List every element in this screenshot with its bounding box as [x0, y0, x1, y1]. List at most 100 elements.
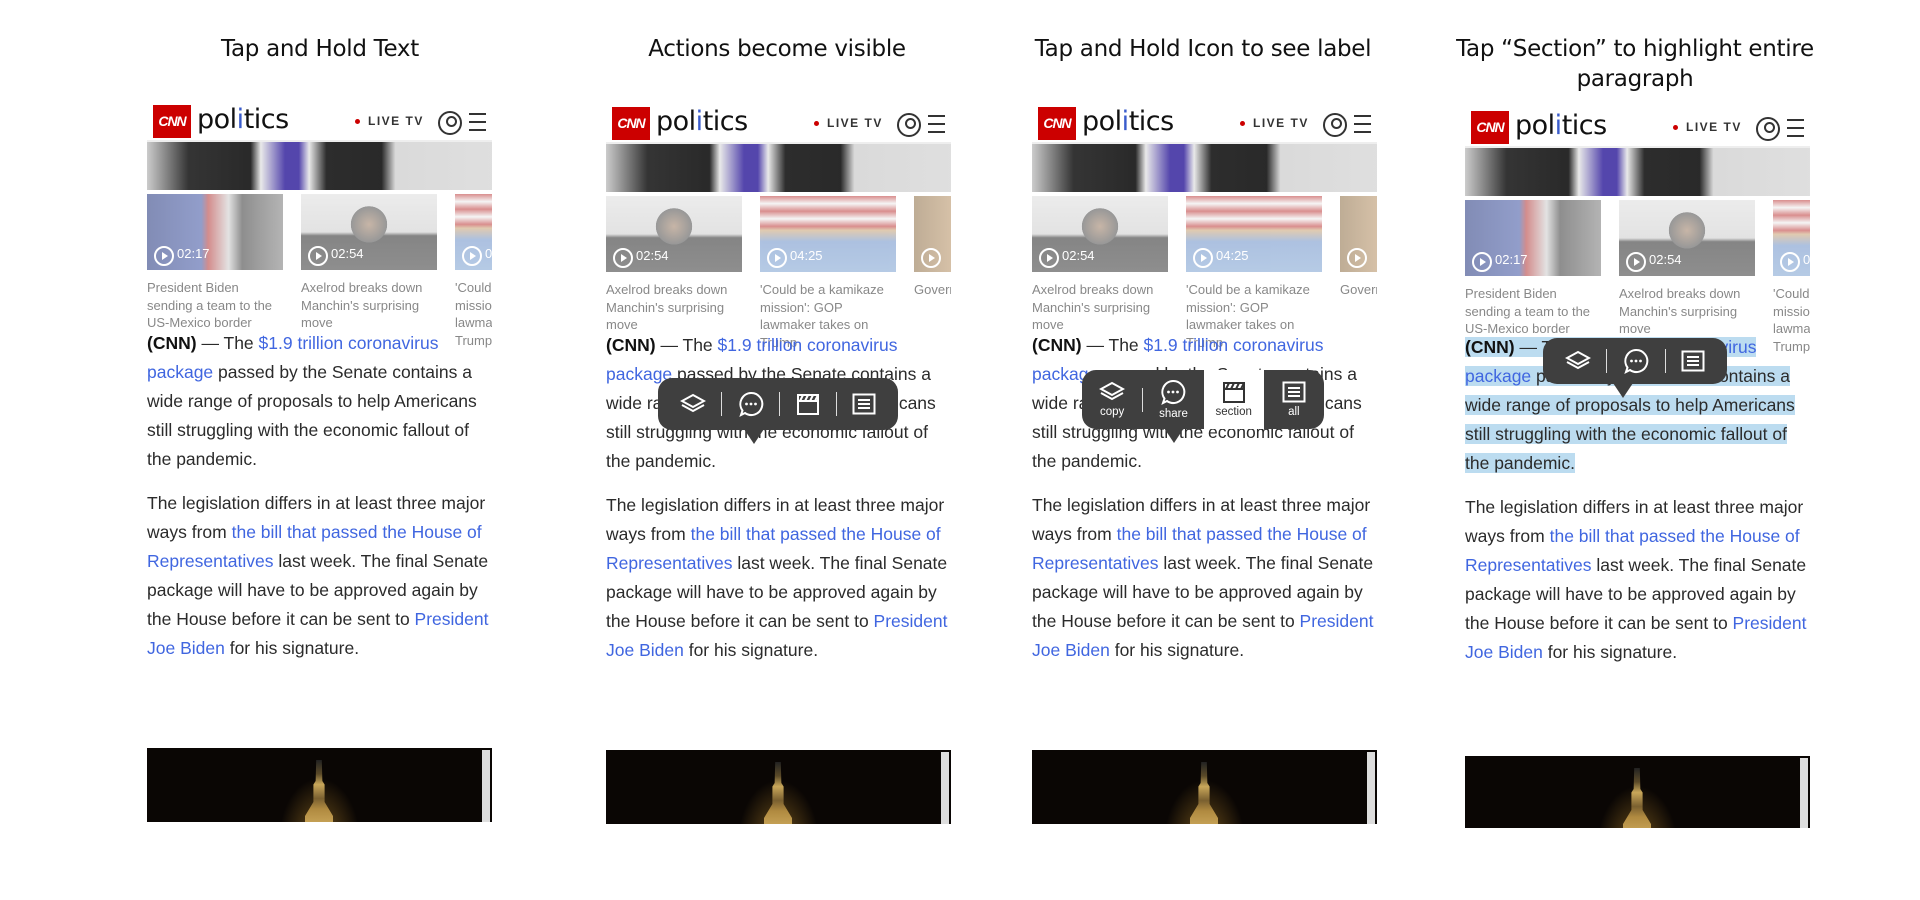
cnn-logo[interactable]: CNN: [1471, 111, 1509, 144]
dateline: (CNN): [147, 333, 197, 353]
video-thumbnail[interactable]: 04:25: [1773, 200, 1810, 276]
selected-word[interactable]: proposals: [257, 391, 333, 411]
video-caption[interactable]: Axelrod breaks down Manchin's surprising…: [1619, 285, 1755, 338]
video-card[interactable]: Govern Why re bad be: [914, 196, 951, 299]
play-icon: [1472, 252, 1492, 272]
capitol-photo: [147, 748, 492, 822]
all-action-button[interactable]: all: [1264, 370, 1324, 429]
paragraph-2[interactable]: The legislation differs in at least thre…: [606, 491, 951, 665]
paragraph-1[interactable]: (CNN) — The $1.9 trillion coronavirus pa…: [147, 329, 492, 474]
video-duration: 04:25: [790, 248, 823, 263]
clapperboard-icon: [1222, 382, 1245, 403]
copy-action-button[interactable]: copy: [1082, 370, 1142, 429]
paragraph-2[interactable]: The legislation differs in at least thre…: [147, 489, 492, 663]
column-title: Tap “Section” to highlight entire paragr…: [1456, 36, 1814, 92]
capitol-dome: [1623, 768, 1651, 828]
video-card[interactable]: 02:54 Axelrod breaks down Manchin's surp…: [606, 196, 742, 334]
video-thumbnail[interactable]: 04:25: [760, 196, 896, 272]
section-brand[interactable]: politics: [1082, 106, 1174, 137]
video-card[interactable]: 02:17 President Biden sending a team to …: [1465, 200, 1601, 338]
video-thumbnail[interactable]: 02:17: [147, 194, 283, 270]
video-card[interactable]: 02:54 Axelrod breaks down Manchin's surp…: [301, 194, 437, 332]
live-tv-link[interactable]: LIVE TV: [1673, 120, 1742, 134]
user-icon[interactable]: [438, 111, 462, 135]
live-tv-link[interactable]: LIVE TV: [355, 114, 424, 128]
video-thumbnail[interactable]: 02:54: [301, 194, 437, 270]
video-caption[interactable]: Govern Why re bad be: [1340, 281, 1377, 299]
popup-pointer: [1613, 383, 1633, 398]
hamburger-menu-icon[interactable]: [469, 113, 486, 131]
paragraph-1-text[interactable]: (CNN) — The $1.9 trillion coronavirus pa…: [147, 333, 477, 469]
brand-text: i: [695, 106, 704, 137]
hamburger-menu-icon[interactable]: [928, 115, 945, 133]
cnn-logo[interactable]: CNN: [1038, 107, 1076, 140]
text-action-popup: [658, 378, 898, 444]
video-thumbnail[interactable]: 02:54: [606, 196, 742, 272]
video-card[interactable]: 02:54 Axelrod breaks down Manchin's surp…: [1619, 200, 1755, 338]
popup-pointer: [1164, 428, 1184, 443]
video-thumbnail[interactable]: 02:54: [1032, 196, 1168, 272]
clapperboard-icon: [797, 394, 820, 415]
video-card[interactable]: 04:25 'Could be a kamikaze mission': GOP…: [760, 196, 896, 351]
video-thumbnail[interactable]: 04:25: [1186, 196, 1322, 272]
brand-text: pol: [197, 104, 237, 135]
brand-text: tics: [243, 104, 290, 135]
video-card[interactable]: Govern Why re bad be: [1340, 196, 1377, 299]
divider: [779, 392, 781, 416]
phone-screen: CNN politics LIVE TV 02:17 President Bid…: [1465, 108, 1810, 828]
video-caption[interactable]: President Biden sending a team to the US…: [147, 279, 283, 332]
all-label: all: [1288, 406, 1300, 418]
hamburger-menu-icon[interactable]: [1354, 115, 1371, 133]
copy-action-button[interactable]: [1564, 338, 1591, 384]
user-icon[interactable]: [897, 113, 921, 137]
cnn-logo[interactable]: CNN: [153, 105, 191, 138]
video-thumbnail[interactable]: 02:17: [1465, 200, 1601, 276]
video-card[interactable]: 02:54 Axelrod breaks down Manchin's surp…: [1032, 196, 1168, 334]
cnn-logo[interactable]: CNN: [612, 107, 650, 140]
user-icon[interactable]: [1323, 113, 1347, 137]
share-action-button[interactable]: [738, 378, 764, 430]
site-header: CNN politics LIVE TV: [1032, 104, 1377, 144]
video-caption[interactable]: President Biden sending a team to the US…: [1465, 285, 1601, 338]
live-tv-label: LIVE TV: [827, 116, 883, 130]
video-duration: 02:54: [636, 248, 669, 263]
video-thumbnail[interactable]: 02:54: [1619, 200, 1755, 276]
all-action-button[interactable]: [1681, 338, 1705, 384]
brand-text: i: [1554, 110, 1563, 141]
section-action-button[interactable]: section: [1203, 370, 1264, 429]
video-thumbnail[interactable]: [1340, 196, 1377, 272]
live-tv-link[interactable]: LIVE TV: [814, 116, 883, 130]
video-card[interactable]: 04:25 'Could be a kamikaze mission': GOP…: [1186, 196, 1322, 351]
live-tv-link[interactable]: LIVE TV: [1240, 116, 1309, 130]
hero-image: [1465, 148, 1810, 196]
site-header: CNN politics LIVE TV: [606, 104, 951, 144]
copy-action-button[interactable]: [679, 378, 706, 430]
section-brand[interactable]: politics: [1515, 110, 1607, 141]
user-icon[interactable]: [1756, 117, 1780, 141]
hamburger-menu-icon[interactable]: [1787, 119, 1804, 137]
section-brand[interactable]: politics: [197, 104, 289, 135]
column-title: Tap and Hold Text: [221, 36, 419, 62]
brand-text: pol: [1515, 110, 1555, 141]
share-action-button[interactable]: share: [1143, 370, 1203, 429]
video-caption[interactable]: Govern Why re bad be: [914, 281, 951, 299]
video-caption[interactable]: Axelrod breaks down Manchin's surprising…: [606, 281, 742, 334]
video-thumbnail[interactable]: 04:25: [455, 194, 492, 270]
section-action-button[interactable]: [796, 378, 820, 430]
video-thumbnail[interactable]: [914, 196, 951, 272]
video-card[interactable]: 04:25 'Could be a kamikaze mission': GOP…: [455, 194, 492, 349]
selected-word[interactable]: proposals: [1575, 395, 1651, 415]
section-brand[interactable]: politics: [656, 106, 748, 137]
text-action-popup: copy share section all: [1082, 370, 1324, 443]
share-action-button[interactable]: [1623, 338, 1649, 384]
video-caption[interactable]: Axelrod breaks down Manchin's surprising…: [301, 279, 437, 332]
video-card[interactable]: 04:25 'Could be a kamikaze mission': GOP…: [1773, 200, 1810, 355]
video-caption[interactable]: Axelrod breaks down Manchin's surprising…: [1032, 281, 1168, 334]
divider: [1606, 349, 1608, 373]
video-card[interactable]: 02:17 President Biden sending a team to …: [147, 194, 283, 332]
paragraph-2[interactable]: The legislation differs in at least thre…: [1032, 491, 1377, 665]
play-icon: [921, 248, 941, 268]
text: for his signature.: [224, 638, 360, 658]
paragraph-2[interactable]: The legislation differs in at least thre…: [1465, 493, 1810, 667]
all-action-button[interactable]: [852, 378, 876, 430]
